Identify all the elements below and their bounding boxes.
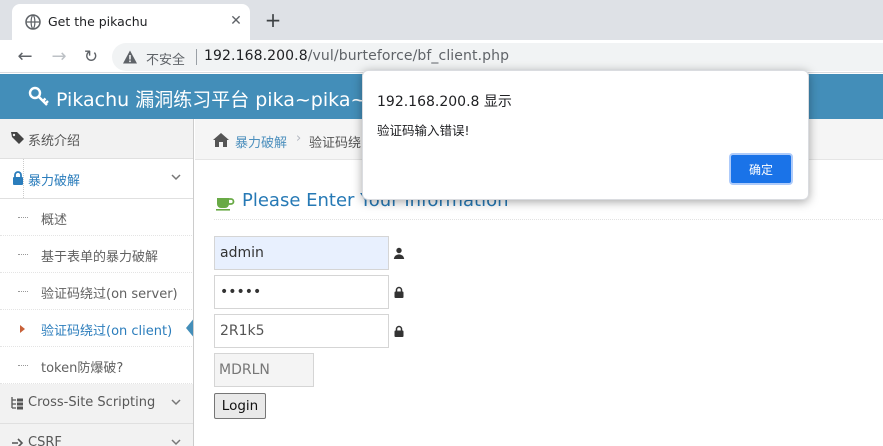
sidebar-item-intro[interactable]: 系统介绍 bbox=[0, 119, 193, 159]
alert-dialog: 192.168.200.8 显示 验证码输入错误! 确定 bbox=[362, 70, 809, 200]
sidebar-item-label: 暴力破解 bbox=[28, 174, 81, 189]
ok-button[interactable]: 确定 bbox=[729, 153, 793, 185]
sidebar-sub-captcha-server[interactable]: 验证码绕过(on server) bbox=[0, 273, 193, 310]
active-indicator bbox=[186, 317, 193, 339]
address-separator bbox=[196, 49, 197, 65]
sidebar-item-label: CSRF bbox=[28, 435, 62, 446]
warning-icon[interactable] bbox=[122, 49, 138, 65]
submenu-dash bbox=[18, 291, 28, 292]
user-icon bbox=[393, 247, 405, 259]
sidebar-item-xss[interactable]: Cross-Site Scripting bbox=[0, 384, 193, 424]
key-icon bbox=[28, 86, 49, 106]
coffee-icon bbox=[216, 198, 235, 211]
login-button[interactable]: Login bbox=[214, 393, 266, 419]
url-path: /vul/burteforce/bf_client.php bbox=[307, 48, 510, 64]
forward-arrow-icon[interactable]: → bbox=[48, 46, 70, 68]
tags-icon bbox=[11, 132, 24, 144]
site-brand[interactable]: Pikachu 漏洞练习平台 pika~pika~ bbox=[56, 85, 366, 112]
captcha-image[interactable]: MDRLN bbox=[214, 353, 314, 387]
submenu-dash bbox=[18, 365, 28, 366]
sidebar-sub-captcha-client[interactable]: 验证码绕过(on client) bbox=[0, 310, 193, 347]
security-status[interactable]: 不安全 bbox=[146, 49, 185, 68]
sidebar-item-label: Cross-Site Scripting bbox=[28, 395, 156, 410]
globe-icon bbox=[25, 14, 41, 30]
breadcrumb-link[interactable]: 暴力破解 bbox=[235, 132, 287, 151]
breadcrumb-separator: › bbox=[296, 131, 302, 146]
sidebar-sub-label: token防爆破? bbox=[41, 361, 124, 376]
browser-tab[interactable]: Get the pikachu ✕ bbox=[12, 4, 250, 40]
submenu-dash bbox=[18, 254, 28, 255]
sidebar-item-label: 系统介绍 bbox=[28, 134, 81, 149]
captcha-input[interactable] bbox=[214, 314, 389, 348]
sidebar-sub-form-brute[interactable]: 基于表单的暴力破解 bbox=[0, 236, 193, 273]
new-tab-button[interactable]: + bbox=[262, 9, 284, 31]
username-input[interactable] bbox=[214, 236, 389, 270]
address-bar[interactable]: 不安全 192.168.200.8/vul/burteforce/bf_clie… bbox=[112, 43, 883, 71]
url-host: 192.168.200.8 bbox=[204, 48, 308, 64]
browser-toolbar: ← → ↻ 不安全 192.168.200.8/vul/burteforce/b… bbox=[0, 40, 883, 73]
lock-icon bbox=[394, 325, 404, 337]
url-text[interactable]: 192.168.200.8/vul/burteforce/bf_client.p… bbox=[204, 48, 509, 64]
dialog-message: 验证码输入错误! bbox=[377, 123, 470, 138]
password-input[interactable] bbox=[214, 275, 389, 309]
sidebar-sub-label: 验证码绕过(on client) bbox=[41, 324, 173, 339]
close-tab-icon[interactable]: ✕ bbox=[228, 13, 244, 29]
lock-icon bbox=[394, 286, 404, 298]
chevron-down-icon bbox=[171, 439, 181, 446]
dialog-title: 192.168.200.8 显示 bbox=[377, 94, 512, 110]
sidebar-sub-token[interactable]: token防爆破? bbox=[0, 347, 193, 384]
sidebar-sub-label: 验证码绕过(on server) bbox=[41, 287, 178, 302]
sidebar-sub-label: 基于表单的暴力破解 bbox=[41, 250, 159, 265]
sidebar-sub-overview[interactable]: 概述 bbox=[0, 199, 193, 236]
submenu-dash bbox=[18, 217, 28, 218]
tab-title: Get the pikachu bbox=[48, 14, 148, 29]
sidebar: 系统介绍 暴力破解 概述 基于表单的暴力破解 验证码绕过(on server) … bbox=[0, 119, 194, 446]
chevron-down-icon bbox=[171, 174, 181, 181]
chevron-down-icon bbox=[171, 399, 181, 406]
list-tree-icon bbox=[11, 397, 23, 410]
caret-right-icon bbox=[20, 325, 25, 333]
breadcrumb-current: 验证码绕 bbox=[309, 136, 362, 151]
browser-tabstrip: Get the pikachu ✕ + bbox=[0, 0, 883, 40]
title-divider bbox=[214, 219, 883, 220]
share-icon bbox=[12, 438, 24, 446]
sidebar-item-bruteforce[interactable]: 暴力破解 bbox=[0, 159, 193, 199]
reload-icon[interactable]: ↻ bbox=[80, 46, 102, 68]
sidebar-item-csrf[interactable]: CSRF bbox=[0, 424, 193, 446]
sidebar-sub-label: 概述 bbox=[41, 213, 68, 228]
back-arrow-icon[interactable]: ← bbox=[14, 46, 36, 68]
home-icon[interactable] bbox=[212, 132, 230, 148]
